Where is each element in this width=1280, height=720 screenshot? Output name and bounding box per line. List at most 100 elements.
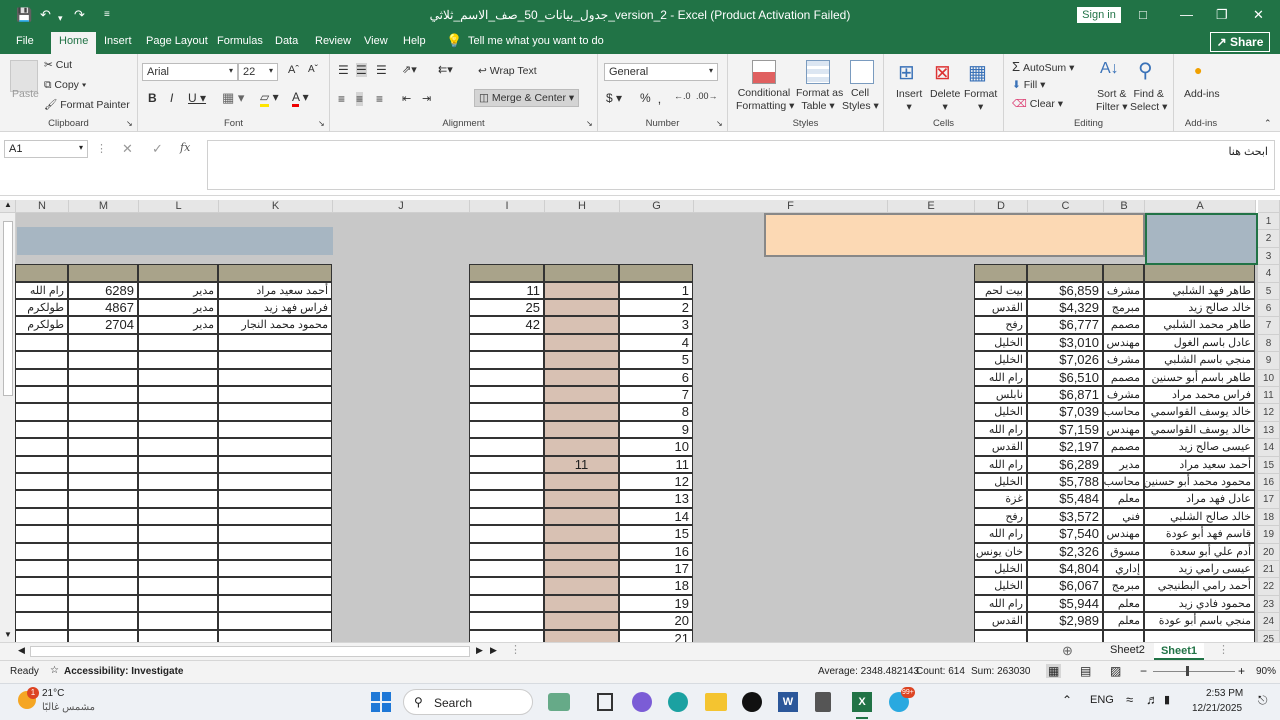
row-header[interactable]: 16: [1258, 474, 1280, 492]
row-header[interactable]: 5: [1258, 282, 1280, 300]
row-header[interactable]: 2: [1258, 230, 1280, 248]
row-header[interactable]: 21: [1258, 561, 1280, 579]
column-header[interactable]: H: [545, 200, 620, 213]
main-table-cell[interactable]: $7,540: [1027, 525, 1103, 543]
row-find-cell[interactable]: [544, 299, 619, 317]
row-header[interactable]: 9: [1258, 352, 1280, 370]
fill-button[interactable]: ⬇ Fill ▾: [1012, 79, 1045, 91]
merge-center-button[interactable]: ◫ Merge & Center ▾: [474, 89, 580, 107]
column-header[interactable]: K: [219, 200, 333, 213]
results-empty-cell[interactable]: [218, 351, 332, 369]
column-header[interactable]: M: [69, 200, 139, 213]
main-table-cell[interactable]: مبرمج: [1103, 577, 1144, 595]
row-order-empty-cell[interactable]: [469, 333, 544, 352]
main-table-cell[interactable]: $6,289: [1027, 455, 1103, 473]
results-empty-cell[interactable]: [218, 507, 332, 526]
row-header[interactable]: 19: [1258, 526, 1280, 544]
results-empty-cell[interactable]: [68, 368, 138, 386]
copy-button[interactable]: ⧉ Copy ▾: [44, 79, 86, 92]
results-cell[interactable]: رام الله: [15, 281, 68, 299]
delete-button[interactable]: Delete ▾: [930, 88, 960, 114]
grow-font-button[interactable]: Aˆ: [288, 64, 299, 76]
results-empty-cell[interactable]: [138, 438, 218, 456]
results-empty-cell[interactable]: [138, 612, 218, 630]
column-header[interactable]: B: [1104, 200, 1145, 213]
main-table-cell[interactable]: نابلس: [974, 386, 1027, 404]
windows-start-icon[interactable]: [371, 692, 391, 712]
row-order-empty-cell[interactable]: [469, 577, 544, 595]
new-sheet-icon[interactable]: ⊕: [1062, 643, 1073, 659]
results-empty-cell[interactable]: [68, 560, 138, 578]
horizontal-scrollbar[interactable]: [30, 646, 470, 657]
results-empty-cell[interactable]: [138, 455, 218, 473]
italic-button[interactable]: I: [170, 91, 173, 105]
formula-input[interactable]: ابحث هنا: [207, 140, 1275, 190]
row-order-empty-cell[interactable]: [469, 473, 544, 491]
main-table-cell[interactable]: مبرمج: [1103, 299, 1144, 317]
results-cell[interactable]: 4867: [68, 299, 138, 317]
main-table-cell[interactable]: عادل فهد مراد: [1144, 490, 1255, 508]
results-empty-cell[interactable]: [138, 403, 218, 421]
main-table-cell[interactable]: إداري: [1103, 560, 1144, 578]
main-table-cell[interactable]: رام الله: [974, 525, 1027, 543]
worksheet-grid[interactable]: N M L K J I H G F E D C B A 1 2 3 4 5 6 7 8 9 10 11 12 13 14 15 16 17 1…: [0, 200, 1280, 642]
results-empty-cell[interactable]: [68, 386, 138, 404]
main-table-cell[interactable]: مشرف: [1103, 386, 1144, 404]
number-format-combo[interactable]: General ▾: [604, 63, 718, 81]
row-number-cell[interactable]: 1: [619, 281, 693, 299]
row-header[interactable]: 25: [1258, 630, 1280, 642]
tab-page-layout[interactable]: Page Layout: [146, 35, 208, 47]
tab-more-icon[interactable]: ⋮: [1218, 643, 1229, 656]
main-table-cell[interactable]: مصمم: [1103, 368, 1144, 386]
tab-home[interactable]: Home: [51, 32, 97, 54]
main-table-cell[interactable]: أحمد سعيد مراد: [1144, 455, 1255, 473]
main-table-cell[interactable]: $5,484: [1027, 490, 1103, 508]
fill-color-icon[interactable]: ▱ ▾: [260, 90, 279, 107]
comma-style-icon[interactable]: ‚: [658, 91, 661, 106]
results-empty-cell[interactable]: [15, 525, 68, 543]
increase-decimal-icon[interactable]: ←.0: [674, 91, 691, 101]
results-empty-cell[interactable]: [138, 577, 218, 595]
results-empty-cell[interactable]: [15, 612, 68, 630]
row-find-cell[interactable]: [544, 420, 619, 439]
currency-icon[interactable]: $ ▾: [606, 91, 622, 105]
percent-icon[interactable]: %: [640, 91, 651, 105]
results-empty-cell[interactable]: [68, 455, 138, 473]
main-table-cell[interactable]: رفح: [974, 507, 1027, 526]
results-empty-cell[interactable]: [218, 403, 332, 421]
row-order-cell[interactable]: 42: [469, 316, 544, 334]
results-empty-cell[interactable]: [15, 507, 68, 526]
row-order-empty-cell[interactable]: [469, 403, 544, 421]
main-table-cell[interactable]: خالد صالح زيد: [1144, 299, 1255, 317]
close-icon[interactable]: ✕: [1253, 6, 1264, 24]
row-find-cell[interactable]: [544, 386, 619, 404]
tab-file[interactable]: File: [16, 35, 34, 47]
taskbar-search-box[interactable]: ⚲ Search: [403, 689, 533, 715]
main-table-cell[interactable]: خالد صالح الشلبي: [1144, 507, 1255, 526]
zoom-level[interactable]: 90%: [1256, 666, 1276, 677]
results-empty-cell[interactable]: [218, 629, 332, 642]
find-select-button[interactable]: Find & Select ▾: [1130, 88, 1167, 114]
cancel-entry-icon[interactable]: ✕: [122, 141, 133, 157]
row-header[interactable]: 17: [1258, 491, 1280, 509]
results-empty-cell[interactable]: [68, 438, 138, 456]
row-order-cell[interactable]: 25: [469, 299, 544, 317]
main-table-cell[interactable]: $2,989: [1027, 612, 1103, 630]
main-table-cell[interactable]: مهندس: [1103, 420, 1144, 439]
copilot-icon[interactable]: [632, 692, 652, 712]
enter-check-icon[interactable]: ✓: [152, 141, 163, 157]
main-table-cell[interactable]: فني: [1103, 507, 1144, 526]
edge-icon[interactable]: [668, 692, 688, 712]
main-table-cell[interactable]: معلم: [1103, 490, 1144, 508]
results-empty-cell[interactable]: [68, 507, 138, 526]
main-table-cell[interactable]: مهندس: [1103, 525, 1144, 543]
results-cell[interactable]: طولكرم: [15, 316, 68, 334]
results-empty-cell[interactable]: [138, 594, 218, 613]
clipboard-launcher-icon[interactable]: ↘: [126, 119, 133, 128]
results-empty-cell[interactable]: [15, 490, 68, 508]
main-table-cell[interactable]: الخليل: [974, 351, 1027, 369]
row-find-cell[interactable]: 11: [544, 455, 619, 473]
row-header[interactable]: 24: [1258, 613, 1280, 631]
results-empty-cell[interactable]: [138, 333, 218, 352]
share-button[interactable]: ↗ Share: [1210, 32, 1270, 52]
